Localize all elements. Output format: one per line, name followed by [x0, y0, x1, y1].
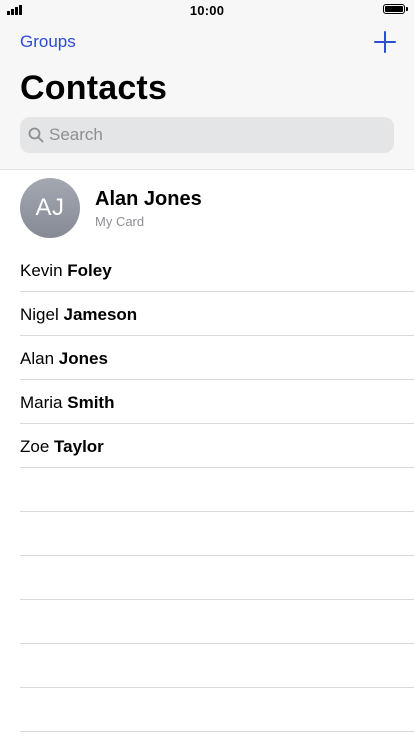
add-contact-button[interactable] — [372, 29, 398, 55]
my-card[interactable]: AJ Alan Jones My Card — [0, 169, 414, 249]
empty-list-area — [0, 468, 414, 732]
contact-row[interactable]: Maria Smith — [0, 380, 414, 424]
my-card-label: My Card — [95, 214, 145, 229]
contact-last-name: Taylor — [54, 437, 104, 456]
search-input[interactable] — [49, 117, 379, 153]
empty-row-divider — [0, 512, 414, 556]
contact-first-name: Alan — [20, 349, 55, 368]
contact-first-name: Maria — [20, 393, 63, 412]
contact-last-name: Jameson — [63, 305, 138, 324]
contact-row[interactable]: Alan Jones — [0, 336, 414, 380]
contact-name: Zoe Taylor — [20, 437, 104, 457]
contact-first-name: Kevin — [20, 261, 63, 280]
contact-last-name: Jones — [58, 349, 108, 368]
battery-icon — [383, 4, 408, 14]
contact-row[interactable]: Zoe Taylor — [0, 424, 414, 468]
empty-row-divider — [0, 644, 414, 688]
contact-name: Alan Jones — [20, 349, 108, 369]
contact-row[interactable]: Kevin Foley — [0, 248, 414, 292]
contact-name: Maria Smith — [20, 393, 114, 413]
groups-button[interactable]: Groups — [20, 32, 76, 52]
navigation-header: 10:00 Groups Contacts — [0, 0, 414, 170]
search-bar[interactable] — [20, 117, 394, 153]
contacts-screen: 10:00 Groups Contacts AJ Alan Jones My C… — [0, 0, 414, 736]
page-title: Contacts — [20, 69, 168, 107]
magnifying-glass-icon — [28, 127, 44, 143]
status-time: 10:00 — [189, 3, 225, 18]
contact-list: Kevin Foley Nigel Jameson Alan Jones Mar… — [0, 248, 414, 468]
empty-row-divider — [0, 556, 414, 600]
empty-row-divider — [0, 688, 414, 732]
contact-last-name: Foley — [67, 261, 112, 280]
contact-first-name: Nigel — [20, 305, 59, 324]
avatar: AJ — [20, 178, 80, 238]
contact-first-name: Zoe — [20, 437, 50, 456]
status-bar: 10:00 — [0, 0, 414, 22]
contact-row[interactable]: Nigel Jameson — [0, 292, 414, 336]
empty-row-divider — [0, 600, 414, 644]
plus-icon — [374, 31, 396, 53]
contact-name: Kevin Foley — [20, 261, 112, 281]
empty-row-divider — [0, 468, 414, 512]
contact-last-name: Smith — [67, 393, 115, 412]
my-card-name: Alan Jones — [95, 188, 202, 210]
contact-name: Nigel Jameson — [20, 305, 137, 325]
